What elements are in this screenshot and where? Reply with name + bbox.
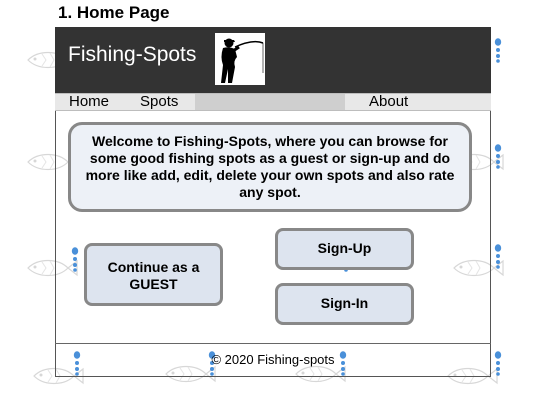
nav-item-about[interactable]: About [369, 94, 408, 110]
brand-title[interactable]: Fishing-Spots [68, 43, 196, 67]
nav-item-home[interactable]: Home [69, 94, 109, 110]
nav-bar: Home Spots About [55, 93, 491, 111]
footer-divider [55, 343, 491, 344]
nav-item-spots[interactable]: Spots [140, 94, 178, 110]
bubbles-icon [494, 351, 502, 376]
fisherman-icon [215, 33, 265, 85]
welcome-message: Welcome to Fishing-Spots, where you can … [68, 122, 472, 212]
section-title: 1. Home Page [58, 3, 170, 22]
sign-in-button[interactable]: Sign-In [275, 283, 414, 325]
app-header: Fishing-Spots [55, 27, 491, 93]
bubbles-icon [494, 144, 502, 169]
continue-as-guest-button[interactable]: Continue as a GUEST [84, 243, 223, 306]
sign-up-button[interactable]: Sign-Up [275, 228, 414, 270]
bubbles-icon [494, 244, 502, 269]
footer-copyright: © 2020 Fishing-spots [211, 352, 335, 367]
nav-search-field[interactable] [195, 94, 345, 110]
bubbles-icon [494, 38, 502, 63]
